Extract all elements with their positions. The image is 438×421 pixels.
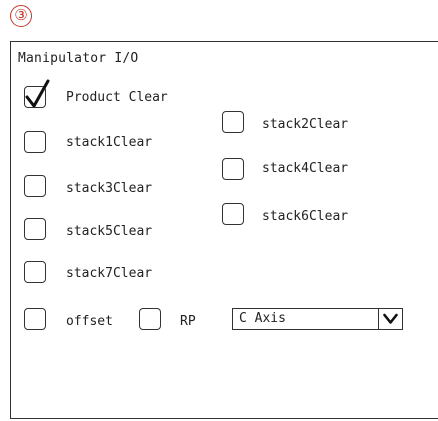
manipulator-io-panel: Manipulator I/O Product Clear stack1Clea… bbox=[10, 41, 438, 419]
stack1-clear-checkbox[interactable] bbox=[24, 131, 46, 153]
stack4-clear-checkbox[interactable] bbox=[222, 158, 244, 180]
chevron-down-icon bbox=[383, 313, 398, 324]
rp-label: RP bbox=[180, 314, 196, 329]
step-number-badge: ③ bbox=[10, 5, 32, 27]
stack4-clear-label: stack4Clear bbox=[262, 161, 349, 176]
checkmark-icon bbox=[25, 79, 50, 108]
stack1-clear-label: stack1Clear bbox=[66, 135, 153, 150]
stack7-clear-checkbox[interactable] bbox=[24, 261, 46, 283]
product-clear-checkbox[interactable] bbox=[24, 79, 50, 108]
offset-label: offset bbox=[66, 314, 113, 329]
stack2-clear-checkbox[interactable] bbox=[222, 111, 244, 133]
stack2-clear-label: stack2Clear bbox=[262, 117, 349, 132]
panel-title: Manipulator I/O bbox=[18, 51, 139, 66]
stack3-clear-checkbox[interactable] bbox=[24, 175, 46, 197]
axis-select-value: C Axis bbox=[239, 311, 286, 326]
offset-checkbox[interactable] bbox=[24, 308, 46, 330]
stack3-clear-label: stack3Clear bbox=[66, 181, 153, 196]
axis-select[interactable]: C Axis bbox=[232, 308, 403, 330]
stack6-clear-label: stack6Clear bbox=[262, 209, 349, 224]
stack5-clear-checkbox[interactable] bbox=[24, 218, 46, 240]
stack6-clear-checkbox[interactable] bbox=[222, 203, 244, 225]
rp-checkbox[interactable] bbox=[139, 308, 161, 330]
stack5-clear-label: stack5Clear bbox=[66, 224, 153, 239]
axis-select-button[interactable] bbox=[378, 309, 402, 329]
stack7-clear-label: stack7Clear bbox=[66, 266, 153, 281]
product-clear-label: Product Clear bbox=[66, 90, 168, 105]
